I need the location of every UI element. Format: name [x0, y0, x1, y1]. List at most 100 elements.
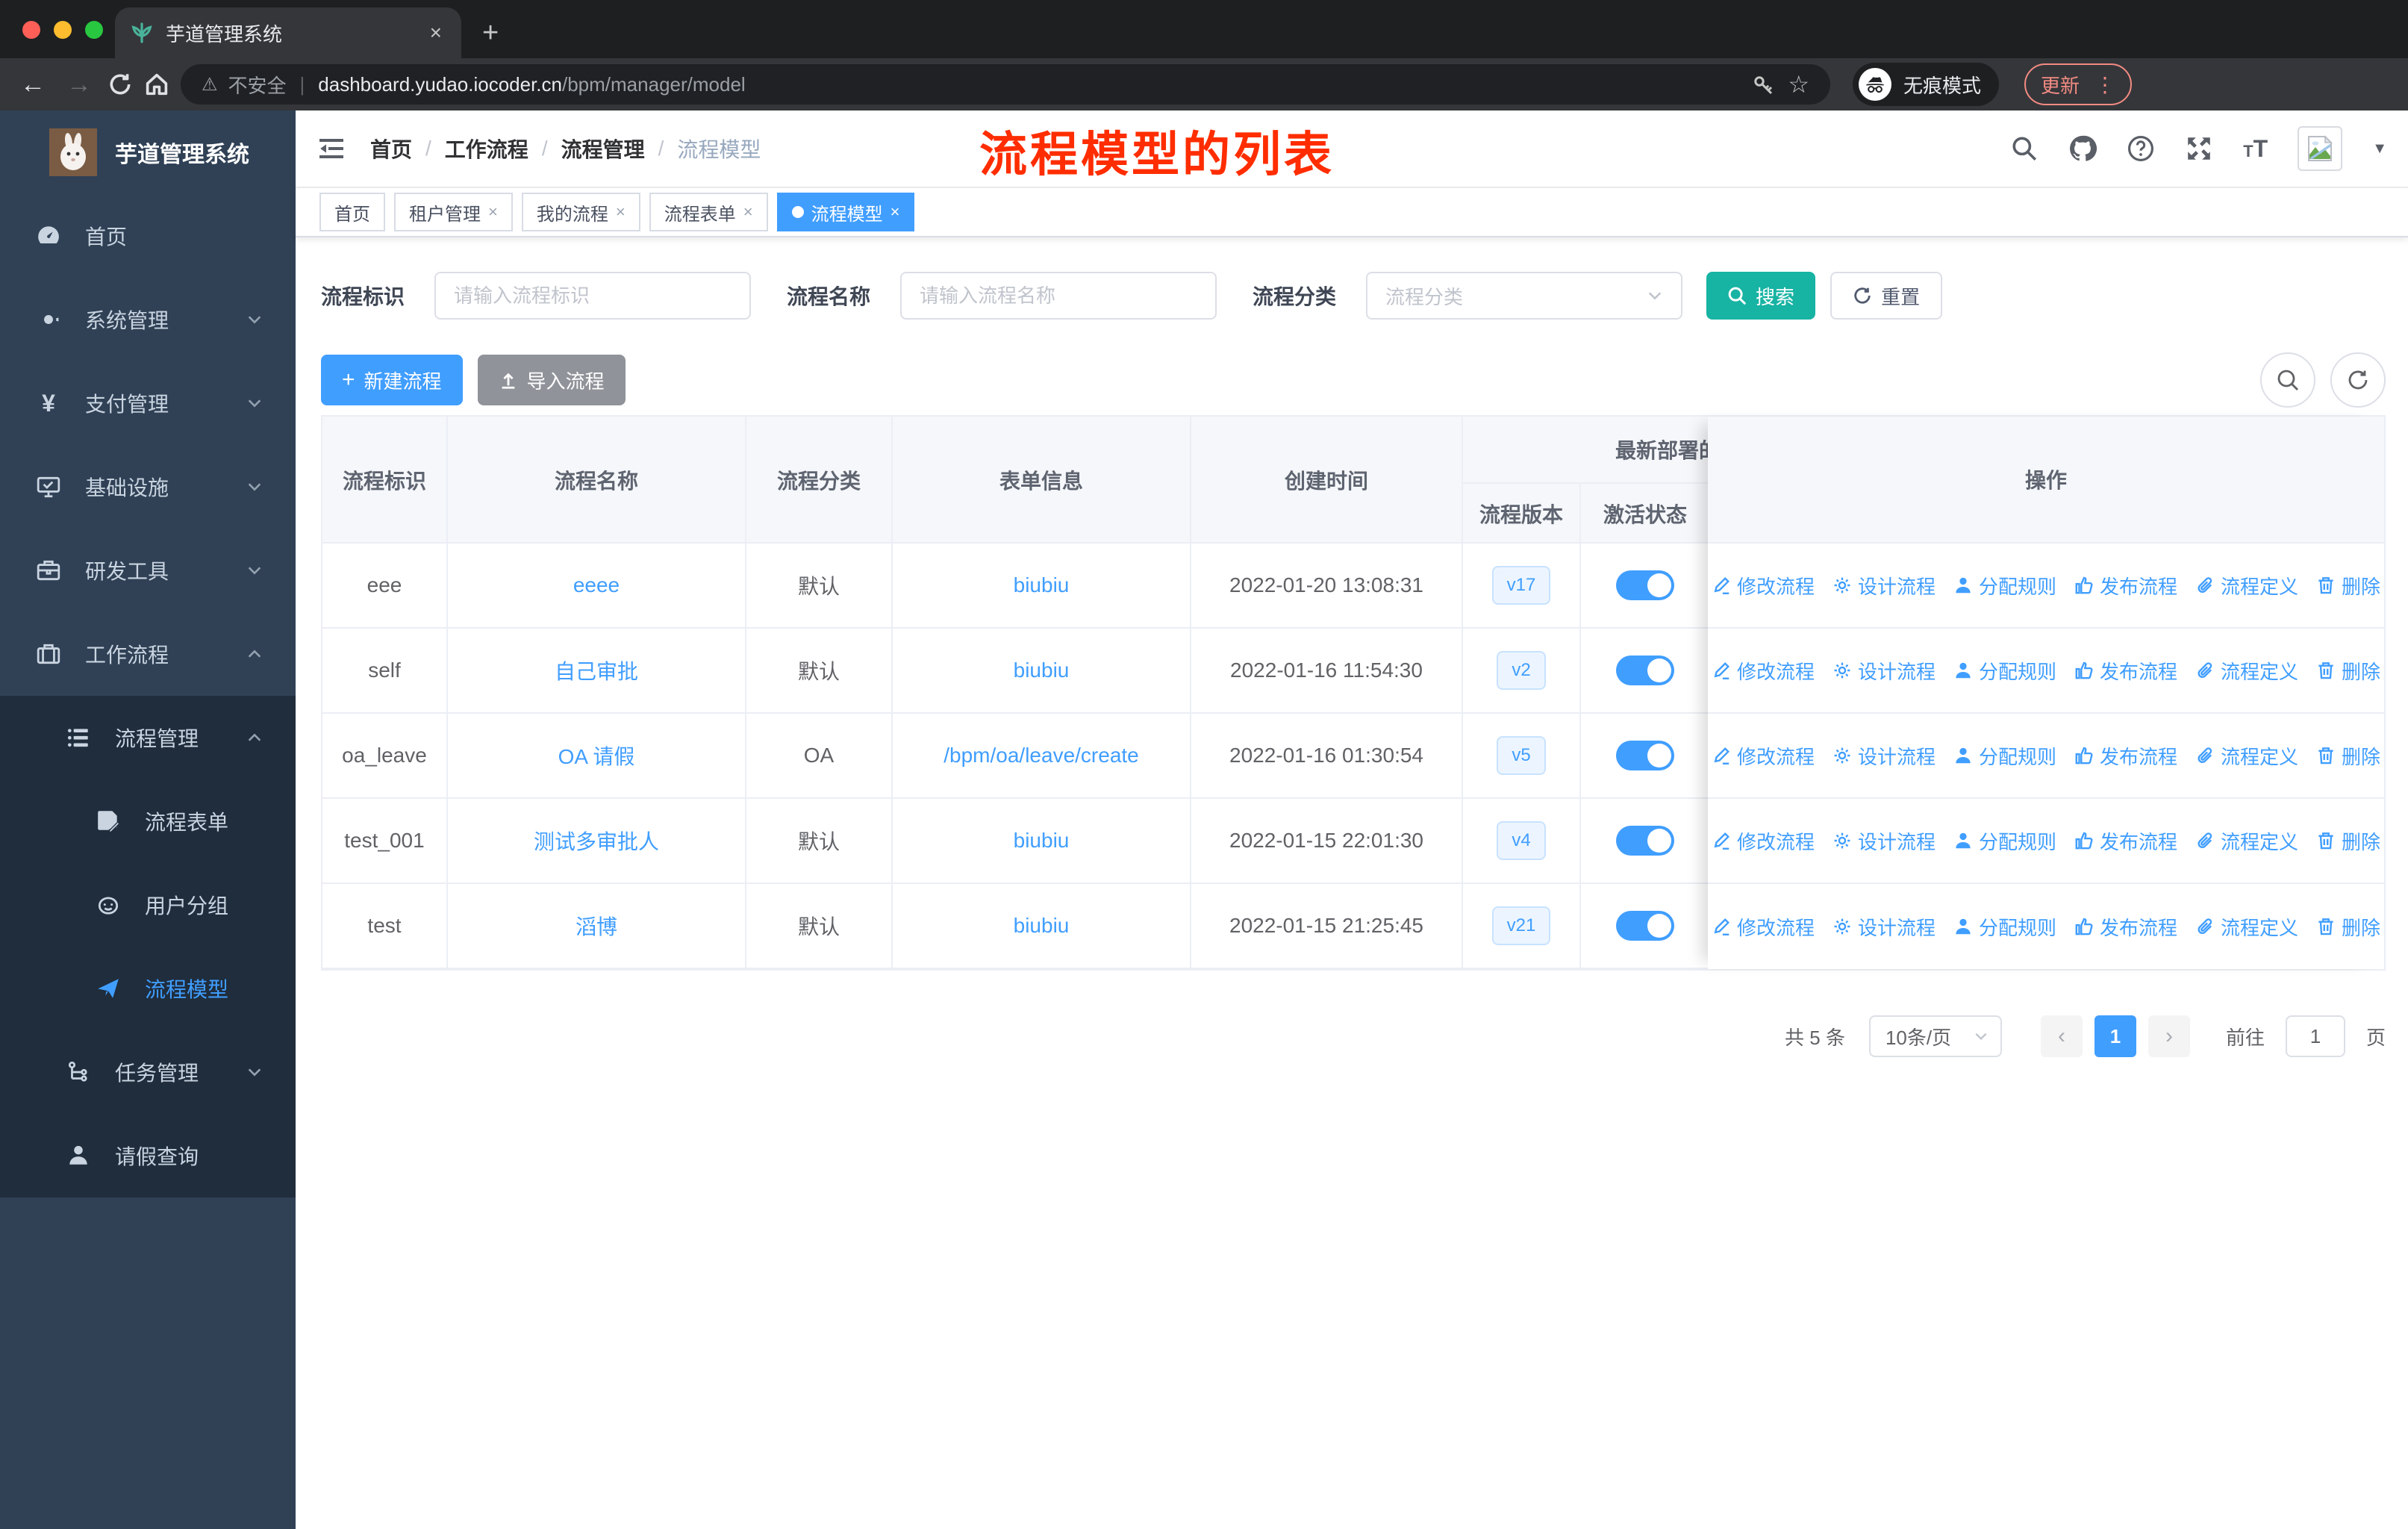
- window-controls[interactable]: [22, 21, 103, 39]
- hamburger-collapse-icon[interactable]: [316, 134, 346, 164]
- home-icon[interactable]: [143, 71, 170, 98]
- active-toggle[interactable]: [1616, 655, 1674, 685]
- next-page-button[interactable]: ›: [2147, 1015, 2190, 1057]
- version-badge[interactable]: v21: [1491, 906, 1551, 945]
- action-definition[interactable]: 流程定义: [2195, 742, 2298, 770]
- sidebar-item-home[interactable]: 首页: [0, 194, 296, 278]
- action-delete[interactable]: 删除: [2316, 657, 2380, 685]
- form-link[interactable]: /bpm/oa/leave/create: [943, 744, 1139, 767]
- prev-page-button[interactable]: ‹: [2040, 1015, 2083, 1057]
- action-edit[interactable]: 修改流程: [1712, 572, 1815, 600]
- tag-home[interactable]: 首页: [319, 193, 385, 231]
- action-delete[interactable]: 删除: [2316, 742, 2380, 770]
- action-publish[interactable]: 发布流程: [2074, 742, 2177, 770]
- sidebar-item-process-form[interactable]: 流程表单: [0, 779, 296, 863]
- action-definition[interactable]: 流程定义: [2195, 572, 2298, 600]
- action-definition[interactable]: 流程定义: [2195, 913, 2298, 941]
- active-toggle[interactable]: [1616, 741, 1674, 770]
- refresh-table-button[interactable]: [2330, 352, 2386, 408]
- sidebar-item-infrastructure[interactable]: 基础设施: [0, 445, 296, 529]
- search-button[interactable]: 搜索: [1706, 272, 1816, 320]
- process-name-link[interactable]: 测试多审批人: [534, 826, 659, 856]
- action-delete[interactable]: 删除: [2316, 572, 2380, 600]
- sidebar-item-user-group[interactable]: 用户分组: [0, 863, 296, 947]
- page-size-select[interactable]: 10条/页: [1868, 1015, 2002, 1057]
- tag-tenant[interactable]: 租户管理 ×: [394, 193, 513, 231]
- browser-update-button[interactable]: 更新 ⋮: [2024, 63, 2133, 105]
- active-toggle[interactable]: [1616, 911, 1674, 941]
- tag-close-icon[interactable]: ×: [743, 202, 753, 222]
- import-process-button[interactable]: 导入流程: [477, 355, 626, 405]
- tab-close-icon[interactable]: ×: [425, 21, 446, 45]
- caret-down-icon[interactable]: ▼: [2372, 140, 2387, 158]
- tag-close-icon[interactable]: ×: [890, 202, 900, 222]
- github-icon[interactable]: [2068, 134, 2097, 163]
- action-design[interactable]: 设计流程: [1832, 827, 1936, 855]
- goto-page-input[interactable]: 1: [2285, 1015, 2345, 1057]
- forward-icon[interactable]: →: [61, 70, 97, 99]
- close-window-button[interactable]: [22, 21, 40, 39]
- new-tab-button[interactable]: +: [482, 17, 499, 49]
- sidebar-item-process-mgmt[interactable]: 流程管理: [0, 696, 296, 779]
- sidebar-item-devtools[interactable]: 研发工具: [0, 529, 296, 612]
- breadcrumb-workflow[interactable]: 工作流程: [445, 134, 528, 164]
- reset-button[interactable]: 重置: [1830, 272, 1943, 320]
- action-assign-rules[interactable]: 分配规则: [1953, 742, 2056, 770]
- toggle-search-button[interactable]: [2260, 352, 2315, 408]
- active-toggle[interactable]: [1616, 570, 1674, 600]
- sidebar-item-workflow[interactable]: 工作流程: [0, 612, 296, 696]
- tag-close-icon[interactable]: ×: [488, 202, 498, 222]
- action-definition[interactable]: 流程定义: [2195, 827, 2298, 855]
- font-size-icon[interactable]: TT: [2243, 135, 2268, 163]
- avatar[interactable]: [2298, 126, 2343, 171]
- version-badge[interactable]: v17: [1491, 566, 1551, 605]
- action-edit[interactable]: 修改流程: [1712, 827, 1815, 855]
- tag-close-icon[interactable]: ×: [616, 202, 626, 222]
- action-design[interactable]: 设计流程: [1832, 572, 1936, 600]
- process-name-link[interactable]: eeee: [573, 573, 620, 597]
- action-design[interactable]: 设计流程: [1832, 742, 1936, 770]
- form-link[interactable]: biubiu: [1014, 914, 1070, 938]
- sidebar-item-payment[interactable]: ¥ 支付管理: [0, 361, 296, 445]
- browser-menu-icon[interactable]: ⋮: [2094, 72, 2115, 97]
- action-assign-rules[interactable]: 分配规则: [1953, 827, 2056, 855]
- action-publish[interactable]: 发布流程: [2074, 827, 2177, 855]
- breadcrumb-home[interactable]: 首页: [370, 134, 412, 164]
- process-name-link[interactable]: 滔博: [576, 911, 617, 941]
- sidebar-item-task-mgmt[interactable]: 任务管理: [0, 1030, 296, 1114]
- search-icon[interactable]: [2010, 134, 2039, 163]
- sidebar-item-process-model[interactable]: 流程模型: [0, 947, 296, 1030]
- form-link[interactable]: biubiu: [1014, 658, 1070, 682]
- zoom-window-button[interactable]: [85, 21, 103, 39]
- process-name-input[interactable]: [900, 272, 1217, 320]
- action-design[interactable]: 设计流程: [1832, 657, 1936, 685]
- form-link[interactable]: biubiu: [1014, 829, 1070, 853]
- action-publish[interactable]: 发布流程: [2074, 572, 2177, 600]
- key-icon[interactable]: [1750, 71, 1777, 98]
- tag-process-form[interactable]: 流程表单 ×: [649, 193, 768, 231]
- create-process-button[interactable]: + 新建流程: [321, 355, 463, 405]
- sidebar-item-system[interactable]: 系统管理: [0, 278, 296, 361]
- action-edit[interactable]: 修改流程: [1712, 913, 1815, 941]
- action-publish[interactable]: 发布流程: [2074, 657, 2177, 685]
- tag-my-process[interactable]: 我的流程 ×: [521, 193, 640, 231]
- active-toggle[interactable]: [1616, 826, 1674, 856]
- action-delete[interactable]: 删除: [2316, 827, 2380, 855]
- category-select[interactable]: 流程分类: [1366, 272, 1683, 320]
- reload-icon[interactable]: [107, 72, 133, 97]
- action-publish[interactable]: 发布流程: [2074, 913, 2177, 941]
- back-icon[interactable]: ←: [15, 70, 51, 99]
- action-assign-rules[interactable]: 分配规则: [1953, 657, 2056, 685]
- process-id-input[interactable]: [434, 272, 752, 320]
- version-badge[interactable]: v2: [1497, 651, 1546, 690]
- current-page-button[interactable]: 1: [2094, 1015, 2136, 1057]
- browser-tab[interactable]: 芋道管理系统 ×: [115, 7, 461, 58]
- action-assign-rules[interactable]: 分配规则: [1953, 572, 2056, 600]
- breadcrumb-process-mgmt[interactable]: 流程管理: [561, 134, 645, 164]
- help-icon[interactable]: [2127, 134, 2155, 163]
- process-name-link[interactable]: OA 请假: [558, 741, 635, 770]
- sidebar-item-leave-query[interactable]: 请假查询: [0, 1114, 296, 1198]
- action-edit[interactable]: 修改流程: [1712, 742, 1815, 770]
- action-edit[interactable]: 修改流程: [1712, 657, 1815, 685]
- action-delete[interactable]: 删除: [2316, 913, 2380, 941]
